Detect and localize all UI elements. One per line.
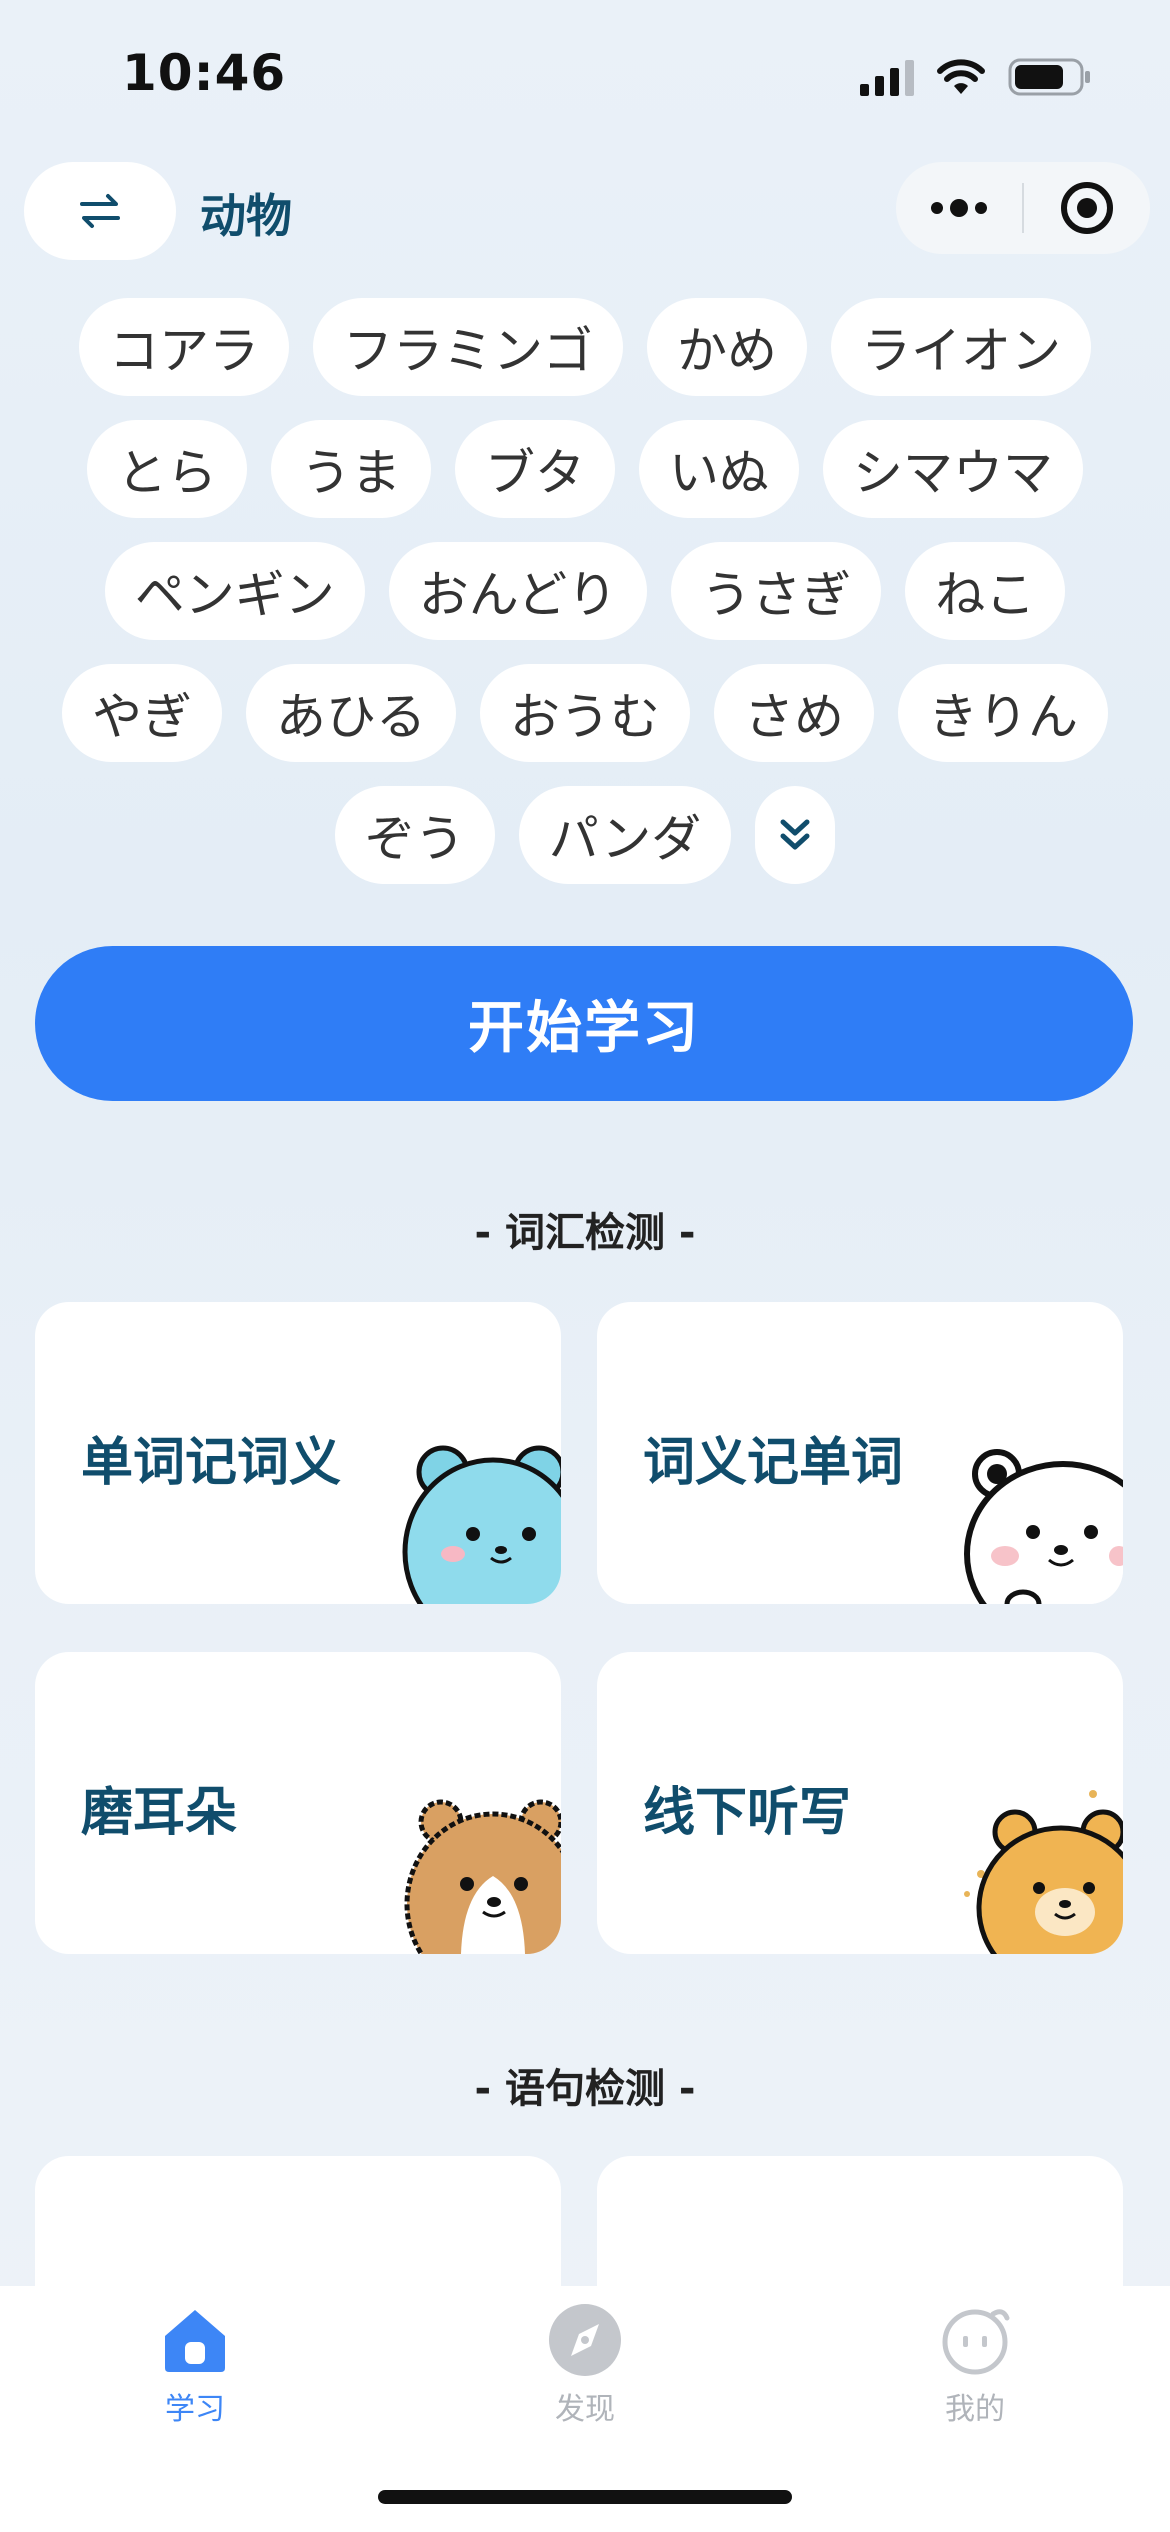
close-miniprogram-button[interactable]: [1024, 162, 1150, 254]
nav-bar: 动物: [0, 160, 1170, 262]
card-listening[interactable]: 磨耳朵: [35, 1652, 561, 1954]
tab-label: 发现: [555, 2392, 615, 2427]
double-chevron-down-icon: [780, 819, 810, 850]
card-label: 词义记单词: [643, 1433, 904, 1493]
word-tag[interactable]: おうむ: [480, 664, 690, 762]
word-tag[interactable]: ねこ: [905, 542, 1066, 640]
miniprogram-capsule: [896, 162, 1150, 254]
card-meaning-to-word[interactable]: 词义记单词: [597, 1302, 1123, 1604]
word-tag-list: コアラ フラミンゴ かめ ライオン とら うま ブタ いぬ シマウマ ペンギン …: [40, 298, 1130, 884]
tab-mine[interactable]: 我的: [780, 2286, 1170, 2456]
card-label: 线下听写: [643, 1783, 852, 1843]
word-tag[interactable]: フラミンゴ: [313, 298, 623, 396]
page-title: 动物: [200, 189, 292, 243]
more-button[interactable]: [896, 162, 1022, 254]
word-tag[interactable]: あひる: [246, 664, 456, 762]
word-tag[interactable]: とら: [87, 420, 247, 518]
tab-label: 我的: [945, 2392, 1005, 2427]
word-tag[interactable]: さめ: [714, 664, 874, 762]
wifi-icon: [937, 59, 985, 94]
blue-bear-icon: [402, 1445, 561, 1604]
section-title-sentence: - 语句检测 -: [474, 2066, 696, 2112]
face-icon: [942, 2309, 1010, 2375]
word-tag[interactable]: かめ: [647, 298, 807, 396]
card-label: 单词记词义: [81, 1433, 342, 1493]
tab-discover[interactable]: 发现: [390, 2286, 780, 2456]
word-tag[interactable]: きりん: [898, 664, 1108, 762]
word-tag[interactable]: ぞう: [334, 786, 495, 884]
tab-label: 学习: [165, 2392, 225, 2427]
card-label: 磨耳朵: [81, 1783, 238, 1843]
home-icon: [165, 2310, 225, 2372]
card-offline-dictation[interactable]: 线下听写: [597, 1652, 1123, 1954]
word-tag[interactable]: やぎ: [62, 664, 222, 762]
white-bear-icon: [964, 1449, 1123, 1604]
swap-button[interactable]: [24, 162, 176, 260]
word-tag[interactable]: おんどり: [388, 542, 648, 640]
status-bar: 10:46: [0, 0, 1170, 150]
word-tag[interactable]: パンダ: [518, 786, 732, 884]
status-time: 10:46: [122, 44, 287, 102]
tab-study[interactable]: 学习: [0, 2286, 390, 2456]
orange-bear-icon: [964, 1790, 1123, 1954]
home-indicator: [378, 2490, 792, 2504]
word-tag[interactable]: コアラ: [79, 298, 289, 396]
more-dots-icon: [931, 199, 987, 217]
swap-arrows-icon: [80, 194, 120, 228]
expand-tags-button[interactable]: [755, 786, 836, 884]
start-learning-button[interactable]: 开始学习: [35, 946, 1133, 1101]
section-title-vocab: - 词汇检测 -: [474, 1210, 696, 1256]
status-icons: [860, 52, 1092, 102]
word-tag[interactable]: うさぎ: [671, 542, 882, 640]
battery-icon: [1008, 58, 1090, 96]
compass-icon: [549, 2304, 621, 2376]
word-tag[interactable]: ライオン: [831, 298, 1091, 396]
word-tag[interactable]: ブタ: [455, 420, 615, 518]
word-tag[interactable]: いぬ: [639, 420, 799, 518]
target-circle-icon: [1061, 182, 1113, 234]
word-tag[interactable]: シマウマ: [823, 420, 1083, 518]
word-tag[interactable]: うま: [271, 420, 431, 518]
brown-dog-icon: [404, 1799, 561, 1954]
card-word-to-meaning[interactable]: 单词记词义: [35, 1302, 561, 1604]
word-tag[interactable]: ペンギン: [104, 542, 365, 640]
cellular-signal-icon: [860, 58, 914, 96]
